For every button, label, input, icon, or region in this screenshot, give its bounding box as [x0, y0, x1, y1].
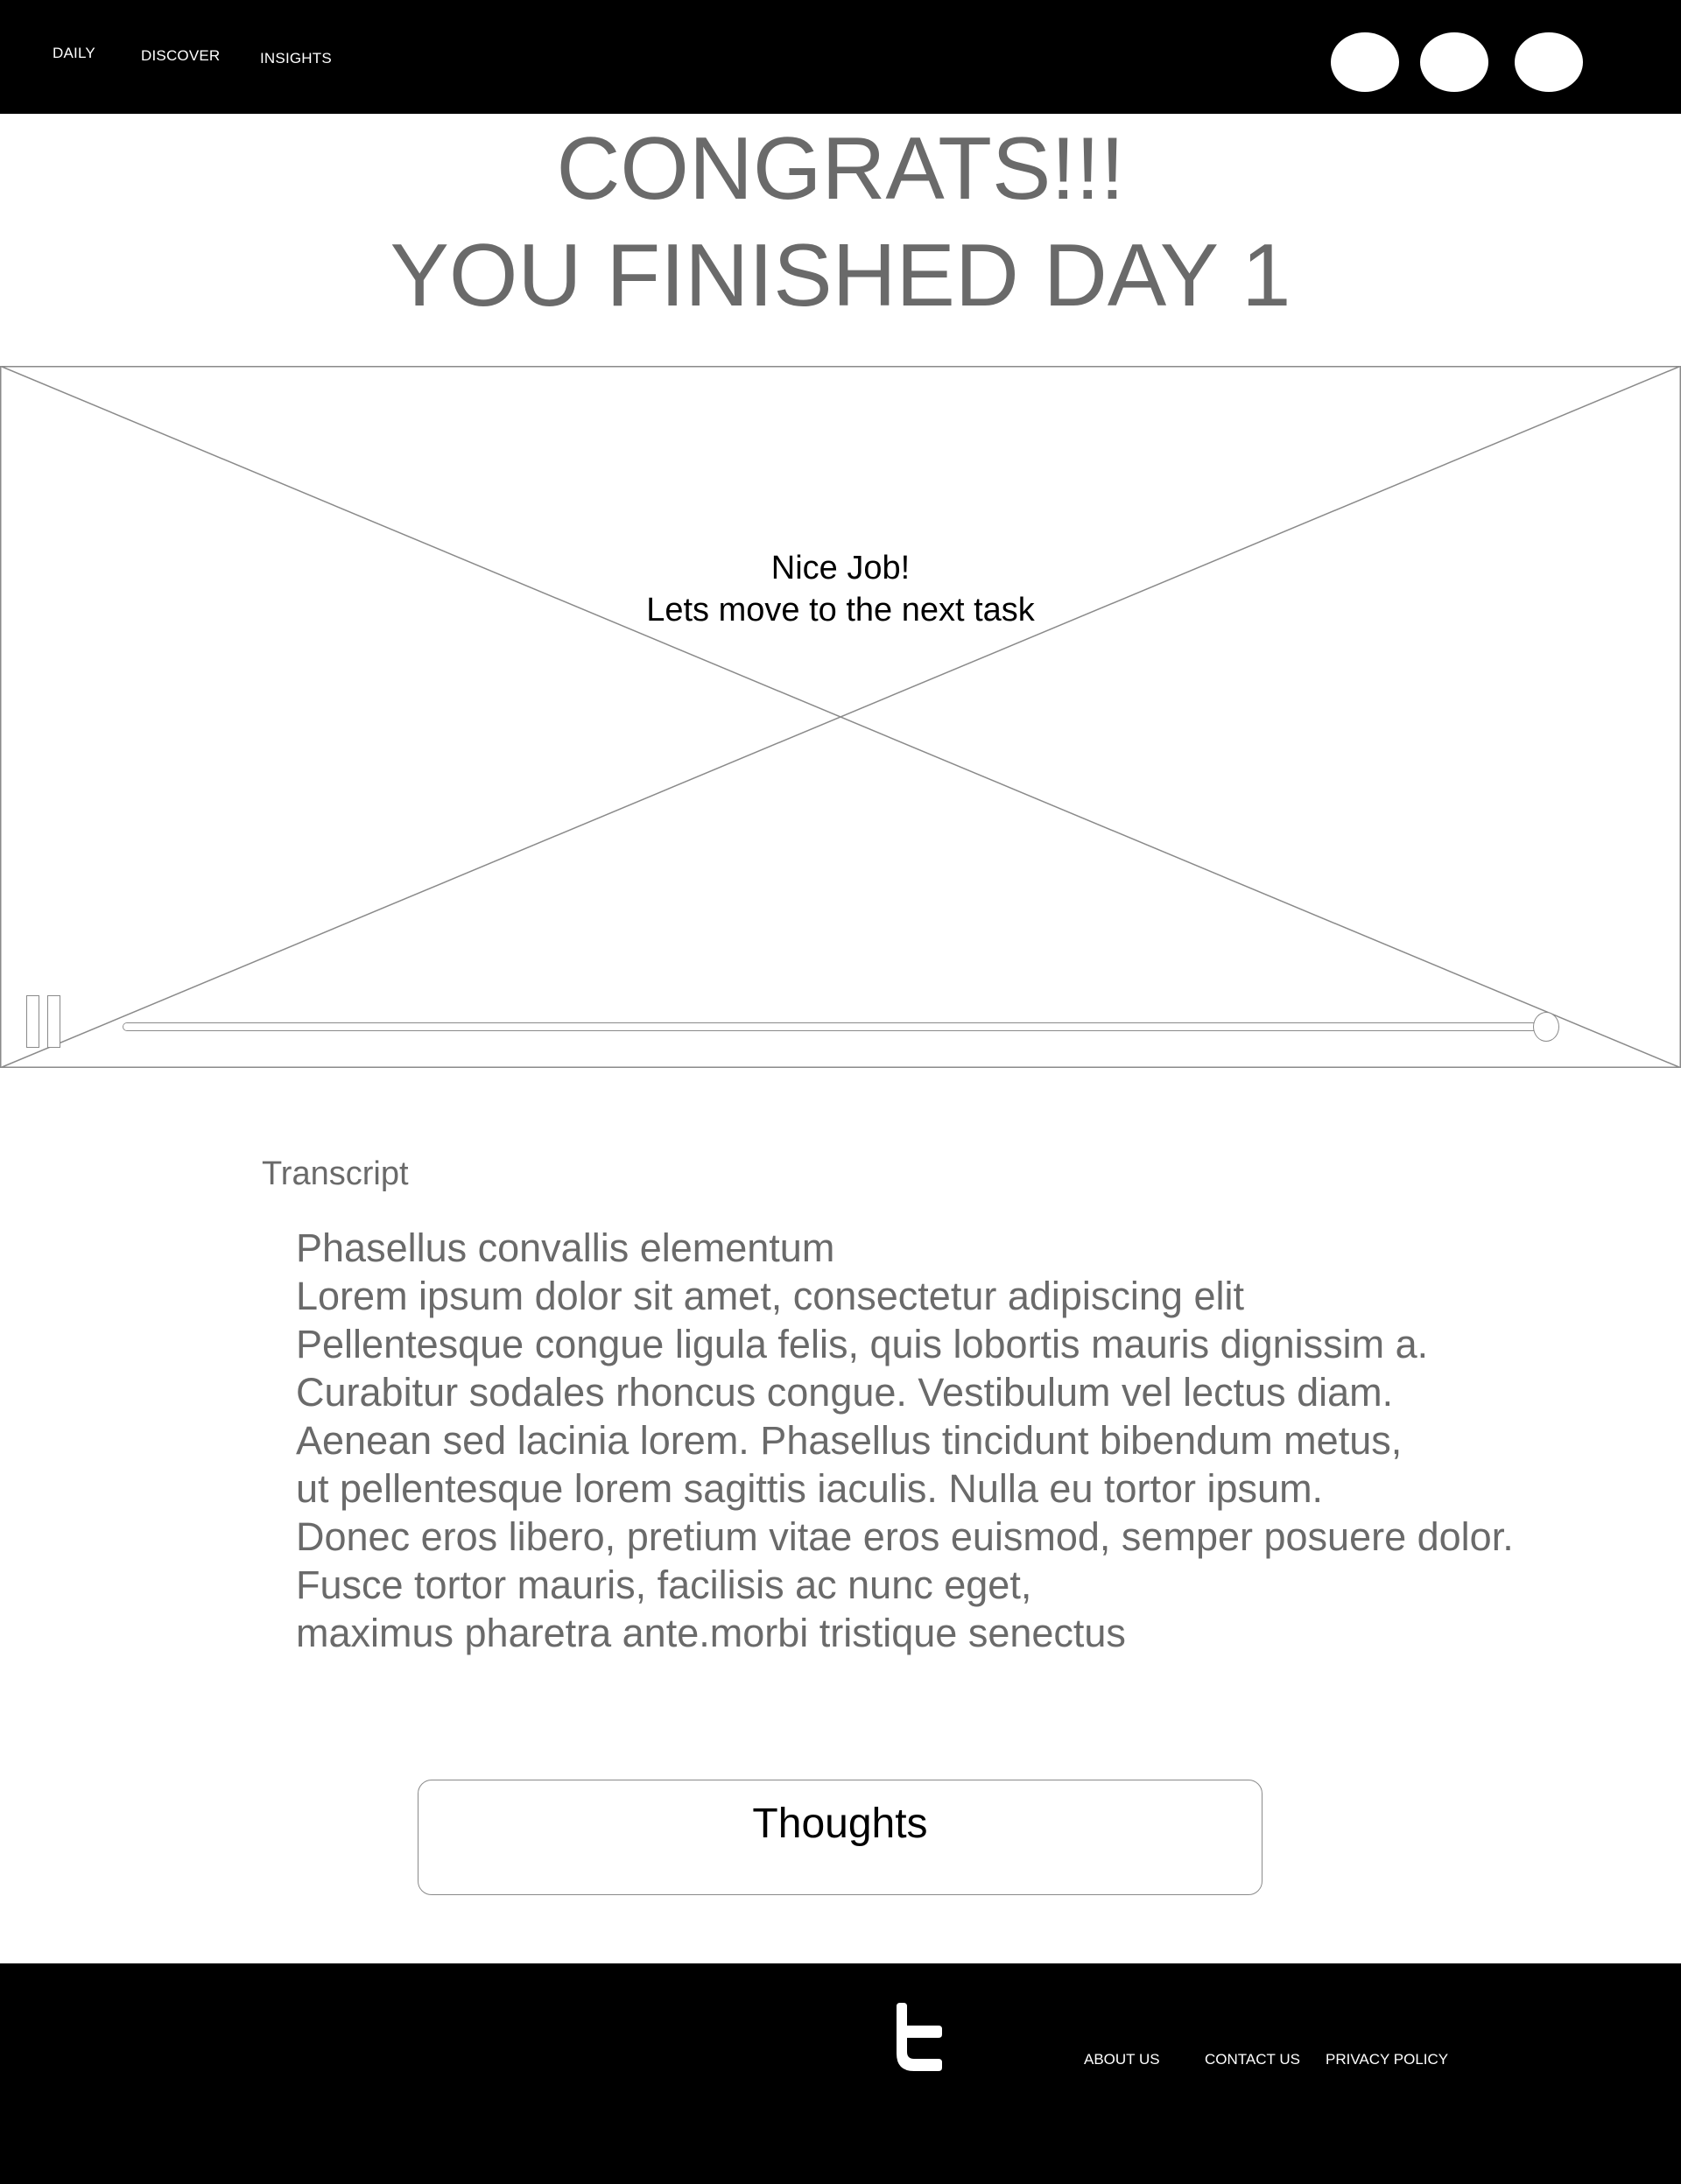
video-message-line-1: Nice Job! [770, 550, 911, 586]
congrats-headline: CONGRATS!!! YOU FINISHED DAY 1 [0, 116, 1681, 329]
video-placeholder-frame [0, 366, 1681, 1068]
footer-contact-us-link[interactable]: CONTACT US [1205, 2051, 1300, 2068]
pause-button[interactable] [26, 995, 65, 1050]
thoughts-button[interactable]: Thoughts [418, 1780, 1263, 1895]
header-circle-button-1[interactable] [1331, 32, 1399, 92]
nav-discover-link[interactable]: DISCOVER [141, 47, 220, 65]
footer-bar: ABOUT US CONTACT US PRIVACY POLICY [0, 1963, 1681, 2184]
transcript-line: Aenean sed lacinia lorem. Phasellus tinc… [296, 1418, 1403, 1463]
video-message-line-2: Lets move to the next task [646, 592, 1035, 629]
transcript-line: Fusce tortor mauris, facilisis ac nunc e… [296, 1563, 1032, 1607]
nav-insights-link[interactable]: INSIGHTS [260, 50, 332, 67]
transcript-line: Donec eros libero, pretium vitae eros eu… [296, 1514, 1514, 1559]
video-progress-thumb[interactable] [1533, 1012, 1559, 1042]
transcript-line: Pellentesque congue ligula felis, quis l… [296, 1322, 1429, 1366]
header-circle-button-3[interactable] [1515, 32, 1583, 92]
video-player[interactable]: Nice Job! Lets move to the next task [0, 366, 1681, 1068]
headline-line-2: YOU FINISHED DAY 1 [390, 227, 1291, 325]
page: DAILY DISCOVER INSIGHTS CONGRATS!!! YOU … [0, 0, 1681, 2184]
headline-line-1: CONGRATS!!! [556, 120, 1125, 218]
video-progress-bar[interactable] [123, 1022, 1538, 1031]
top-nav-bar: DAILY DISCOVER INSIGHTS [0, 0, 1681, 114]
thoughts-button-label: Thoughts [752, 1801, 928, 1847]
video-message: Nice Job! Lets move to the next task [0, 547, 1681, 631]
footer-privacy-policy-link[interactable]: PRIVACY POLICY [1326, 2051, 1448, 2068]
transcript-line: Phasellus convallis elementum [296, 1225, 835, 1270]
transcript-line: ut pellentesque lorem sagittis iaculis. … [296, 1466, 1324, 1511]
nav-daily-link[interactable]: DAILY [53, 45, 95, 62]
transcript-heading: Transcript [262, 1155, 409, 1192]
pause-icon-bar-right [47, 995, 60, 1048]
transcript-line: Lorem ipsum dolor sit amet, consectetur … [296, 1274, 1244, 1318]
transcript-line: Curabitur sodales rhoncus congue. Vestib… [296, 1370, 1394, 1415]
footer-about-us-link[interactable]: ABOUT US [1084, 2051, 1160, 2068]
video-progress-fill [123, 1023, 1537, 1030]
pause-icon-bar-left [26, 995, 39, 1048]
header-circle-button-2[interactable] [1420, 32, 1488, 92]
transcript-line: maximus pharetra ante.morbi tristique se… [296, 1611, 1126, 1655]
twitter-icon[interactable] [891, 2003, 946, 2075]
transcript-body: Phasellus convallis elementum Lorem ipsum… [296, 1224, 1514, 1657]
